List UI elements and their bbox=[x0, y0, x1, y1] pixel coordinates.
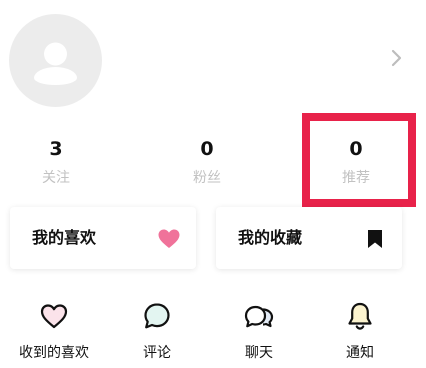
bookmark-icon bbox=[368, 230, 382, 248]
chat-icon bbox=[244, 305, 274, 328]
my-collection-card[interactable]: 我的收藏 bbox=[216, 207, 402, 269]
stat-following-value: 3 bbox=[49, 138, 63, 160]
nav-received-likes-label: 收到的喜欢 bbox=[19, 345, 89, 361]
stat-fans-value: 0 bbox=[200, 138, 214, 160]
heart-outline-icon bbox=[40, 304, 68, 329]
stat-following[interactable]: 3 关注 bbox=[6, 138, 106, 186]
nav-comment-label: 评论 bbox=[143, 345, 171, 361]
my-collection-label: 我的收藏 bbox=[238, 228, 303, 247]
comment-icon bbox=[144, 303, 170, 329]
nav-received-likes[interactable]: 收到的喜欢 bbox=[4, 300, 104, 362]
heart-icon bbox=[158, 229, 180, 248]
stat-fans-label: 粉丝 bbox=[193, 170, 221, 186]
bell-icon bbox=[348, 302, 372, 330]
stat-fans[interactable]: 0 粉丝 bbox=[157, 138, 257, 186]
my-likes-card[interactable]: 我的喜欢 bbox=[10, 207, 196, 269]
avatar[interactable] bbox=[9, 14, 102, 107]
highlight-box bbox=[302, 113, 416, 207]
my-likes-label: 我的喜欢 bbox=[32, 228, 97, 247]
nav-notify[interactable]: 通知 bbox=[310, 300, 410, 362]
nav-chat[interactable]: 聊天 bbox=[209, 300, 309, 362]
stat-following-label: 关注 bbox=[42, 170, 70, 186]
chevron-right-icon[interactable] bbox=[388, 48, 404, 68]
nav-comment[interactable]: 评论 bbox=[107, 300, 207, 362]
nav-notify-label: 通知 bbox=[346, 345, 374, 361]
user-silhouette-icon bbox=[34, 42, 77, 85]
nav-chat-label: 聊天 bbox=[245, 345, 273, 361]
